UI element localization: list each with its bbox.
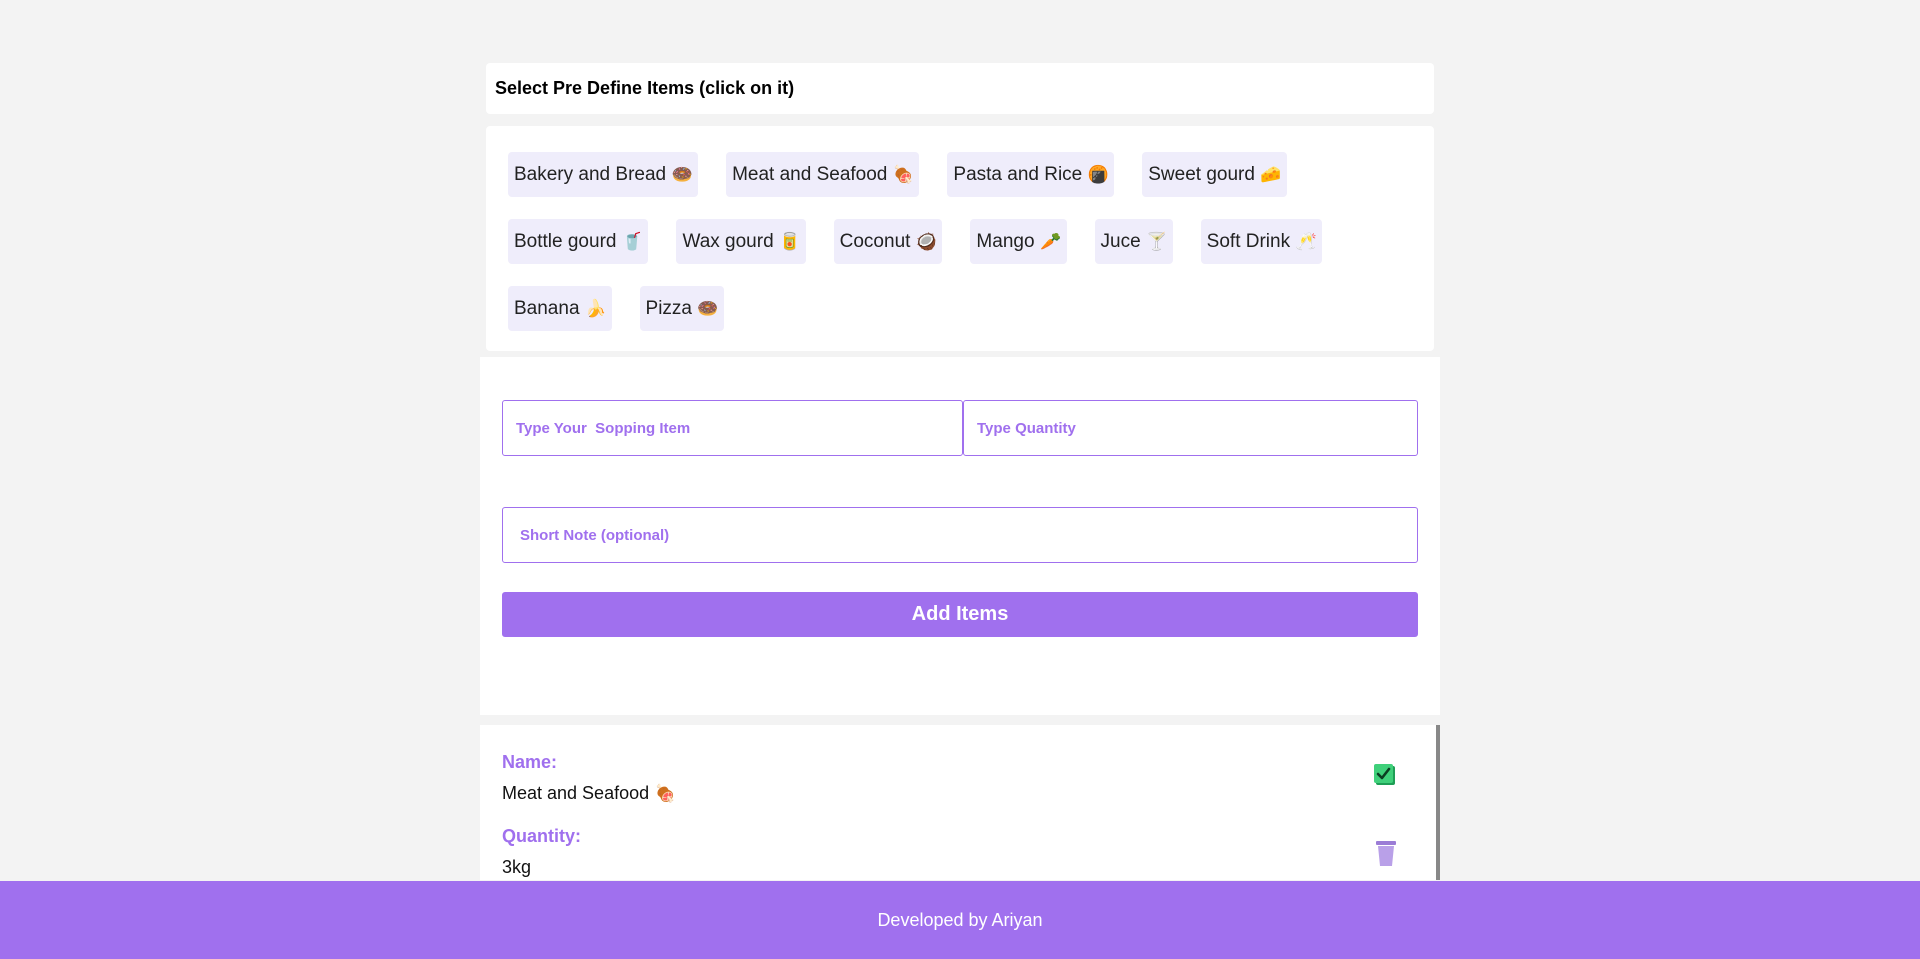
chip-label: Coconut <box>839 230 911 252</box>
footer-text: Developed by Ariyan <box>877 909 1043 930</box>
shopping-list: Name: Meat and Seafood 🍖 Quantity: 3kg <box>480 725 1440 880</box>
chip-label: Wax gourd <box>682 230 774 252</box>
chip-pizza[interactable]: Pizza 🍩 <box>639 286 724 331</box>
name-label: Name: <box>502 752 558 772</box>
chip-juce[interactable]: Juce 🍸 <box>1094 219 1173 264</box>
chip-label: Bottle gourd <box>514 230 617 252</box>
cocktail-icon: 🍸 <box>1146 232 1168 251</box>
chip-pasta-and-rice[interactable]: Pasta and Rice 🍘 <box>947 152 1115 197</box>
chip-banana[interactable]: Banana 🍌 <box>508 286 612 331</box>
chip-label: Sweet gourd <box>1148 163 1255 185</box>
cheese-icon: 🧀 <box>1260 165 1282 184</box>
chip-row: Bakery and Bread 🍩 Meat and Seafood 🍖 Pa… <box>508 152 1434 197</box>
chip-meat-and-seafood[interactable]: Meat and Seafood 🍖 <box>726 152 920 197</box>
quantity-label: Quantity: <box>502 826 581 846</box>
chip-label: Meat and Seafood <box>732 163 888 185</box>
chip-label: Pizza <box>645 297 692 319</box>
chip-bottle-gourd[interactable]: Bottle gourd 🥤 <box>508 219 649 264</box>
chip-label: Bakery and Bread <box>514 163 667 185</box>
chip-soft-drink[interactable]: Soft Drink 🥂 <box>1200 219 1323 264</box>
chip-wax-gourd[interactable]: Wax gourd 🥫 <box>676 219 806 264</box>
chip-row: Banana 🍌 Pizza 🍩 <box>508 286 1434 331</box>
add-items-button[interactable]: Add Items <box>502 592 1418 637</box>
coconut-icon: 🥥 <box>915 232 938 251</box>
donut-icon: 🍩 <box>671 165 693 184</box>
banana-icon: 🍌 <box>584 299 607 318</box>
clinking-glasses-icon: 🥂 <box>1295 232 1317 251</box>
footer: Developed by Ariyan <box>0 881 1920 959</box>
chip-label: Mango <box>976 230 1035 252</box>
shopping-item-input[interactable] <box>502 400 963 456</box>
chip-mango[interactable]: Mango 🥕 <box>970 219 1067 264</box>
pizza-icon: 🍩 <box>697 299 719 318</box>
chip-label: Soft Drink <box>1206 230 1291 252</box>
item-name: Meat and Seafood 🍖 <box>502 783 676 804</box>
item-quantity: 3kg <box>502 857 532 877</box>
rice-cracker-icon: 🍘 <box>1087 165 1109 184</box>
scrollbar[interactable] <box>1436 725 1440 880</box>
meat-icon: 🍖 <box>892 165 914 184</box>
add-item-form: Add Items <box>480 357 1440 715</box>
chip-label: Juce <box>1100 230 1141 252</box>
chip-row: Bottle gourd 🥤 Wax gourd 🥫 Coconut 🥥 Man… <box>508 219 1434 264</box>
trash-icon[interactable] <box>1375 839 1397 867</box>
chip-label: Banana <box>514 297 580 319</box>
chip-sweet-gourd[interactable]: Sweet gourd 🧀 <box>1142 152 1287 197</box>
chip-label: Pasta and Rice <box>953 163 1083 185</box>
short-note-input[interactable] <box>502 507 1418 563</box>
section-title: Select Pre Define Items (click on it) <box>486 63 1434 114</box>
chip-coconut[interactable]: Coconut 🥥 <box>833 219 943 264</box>
list-item: Name: Meat and Seafood 🍖 Quantity: 3kg <box>502 752 676 878</box>
cup-icon: 🥤 <box>621 232 644 251</box>
mango-icon: 🥕 <box>1039 232 1062 251</box>
predefined-items-panel: Bakery and Bread 🍩 Meat and Seafood 🍖 Pa… <box>486 126 1434 351</box>
quantity-input[interactable] <box>963 400 1418 456</box>
check-icon[interactable] <box>1373 763 1397 787</box>
can-icon: 🥫 <box>779 232 801 251</box>
chip-bakery-and-bread[interactable]: Bakery and Bread 🍩 <box>508 152 699 197</box>
meat-icon: 🍖 <box>654 784 676 803</box>
item-name-text: Meat and Seafood <box>502 783 650 803</box>
